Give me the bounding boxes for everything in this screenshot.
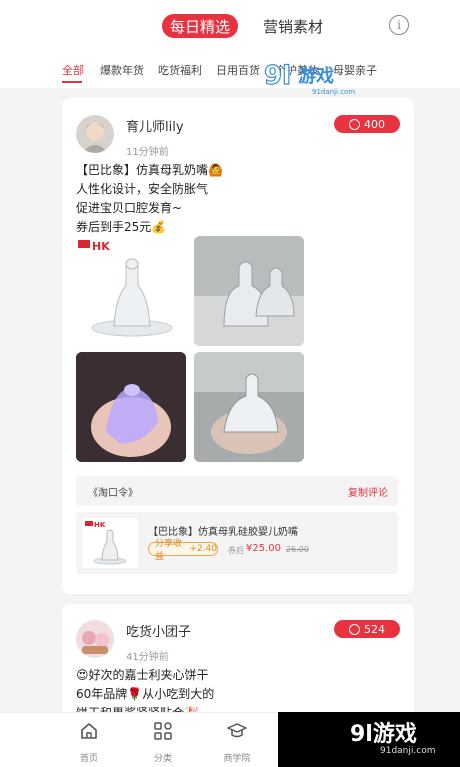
category-active-indicator <box>62 81 82 83</box>
watermark-logo-top: 9l 游戏 91danji.com <box>263 60 355 96</box>
post-card: 吃货小团子 41分钟前 524 😍好次的嘉士利夹心饼干 60年品牌🌹从小吃到大的… <box>62 604 414 724</box>
share-icon <box>349 116 362 130</box>
post-text-line: 券后到手25元💰 <box>76 220 167 234</box>
home-icon <box>81 723 97 739</box>
svg-text:9l: 9l <box>264 61 291 91</box>
post-image[interactable] <box>194 352 304 462</box>
share-button[interactable]: 400 <box>334 115 400 133</box>
tab-business-school[interactable]: 商学院 <box>212 721 262 764</box>
share-icon <box>349 621 362 635</box>
avatar[interactable] <box>76 115 114 153</box>
watermark-url: 91danji.com <box>380 746 436 756</box>
tab-category[interactable]: 分类 <box>138 721 188 764</box>
post-time: 41分钟前 <box>126 652 169 663</box>
post-text-line: 促进宝贝口腔发育~ <box>76 201 183 215</box>
username[interactable]: 育儿师lily <box>126 116 184 135</box>
svg-text:游戏: 游戏 <box>298 65 334 87</box>
product-card[interactable]: HK 【巴比象】仿真母乳硅胶婴儿奶嘴 分享收益 +2.40 券后 ¥25.00 … <box>76 512 398 574</box>
product-image: HK <box>82 518 138 568</box>
share-earnings-badge: 分享收益 +2.40 <box>148 539 218 562</box>
share-button[interactable]: 524 <box>334 620 400 638</box>
share-earnings-label: 分享收益 <box>155 539 183 562</box>
tab-daily-picks[interactable]: 每日精选 <box>162 14 238 38</box>
price-label: 券后 <box>228 546 244 555</box>
post-image[interactable] <box>76 352 186 462</box>
graduation-cap-icon <box>227 723 247 738</box>
tab-label: 分类 <box>153 754 172 764</box>
product-price: ¥25.00 <box>246 543 281 554</box>
category-daily-goods[interactable]: 日用百货 <box>216 62 260 78</box>
original-price: 26.00 <box>286 545 309 554</box>
post-text: 【巴比象】仿真母乳奶嘴🙆 人性化设计，安全防胀气 促进宝贝口腔发育~ 券后到手2… <box>76 161 223 237</box>
copy-comment-button[interactable]: 复制评论 <box>348 484 388 499</box>
post-image[interactable]: HK <box>76 236 186 346</box>
taokouling-bar: 《淘口令》 复制评论 <box>76 476 398 506</box>
category-hot-newyear[interactable]: 爆款年货 <box>100 62 144 78</box>
tab-home[interactable]: 首页 <box>64 721 114 764</box>
watermark-brand: 9l游戏 <box>350 722 417 747</box>
category-all[interactable]: 全部 <box>62 62 84 78</box>
tab-marketing-material[interactable]: 营销素材 <box>262 14 324 38</box>
info-icon[interactable]: i <box>389 15 409 35</box>
svg-text:HK: HK <box>92 240 110 253</box>
category-foodie[interactable]: 吃货福利 <box>158 62 202 78</box>
avatar[interactable] <box>76 620 114 658</box>
category-tabs: 全部 爆款年货 吃货福利 日用百货 个护美妆 母婴亲子 <box>0 62 460 83</box>
share-count: 400 <box>364 117 385 131</box>
post-text-line: 60年品牌🌹从小吃到大的 <box>76 687 215 701</box>
watermark-logo-bottom: 9l游戏 91danji.com <box>278 712 460 767</box>
svg-text:HK: HK <box>94 521 106 529</box>
top-header: 每日精选 营销素材 i 全部 爆款年货 吃货福利 日用百货 个护美妆 母婴亲子 … <box>0 0 460 96</box>
taokouling-label: 《淘口令》 <box>88 488 138 499</box>
share-count: 524 <box>364 622 385 636</box>
svg-text:91danji.com: 91danji.com <box>312 88 355 96</box>
post-time: 11分钟前 <box>126 147 169 158</box>
tab-label: 首页 <box>79 754 98 764</box>
post-image[interactable] <box>194 236 304 346</box>
post-text-line: 人性化设计，安全防胀气 <box>76 182 209 196</box>
tab-label: 商学院 <box>223 754 251 764</box>
grid-icon <box>154 722 172 740</box>
post-text-line: 😍好次的嘉士利夹心饼干 <box>76 668 209 682</box>
username[interactable]: 吃货小团子 <box>126 621 191 640</box>
post-text-line: 【巴比象】仿真母乳奶嘴🙆 <box>76 163 223 177</box>
share-earnings-value: +2.40 <box>189 544 217 554</box>
post-card: 育儿师lily 11分钟前 400 【巴比象】仿真母乳奶嘴🙆 人性化设计，安全防… <box>62 98 414 594</box>
